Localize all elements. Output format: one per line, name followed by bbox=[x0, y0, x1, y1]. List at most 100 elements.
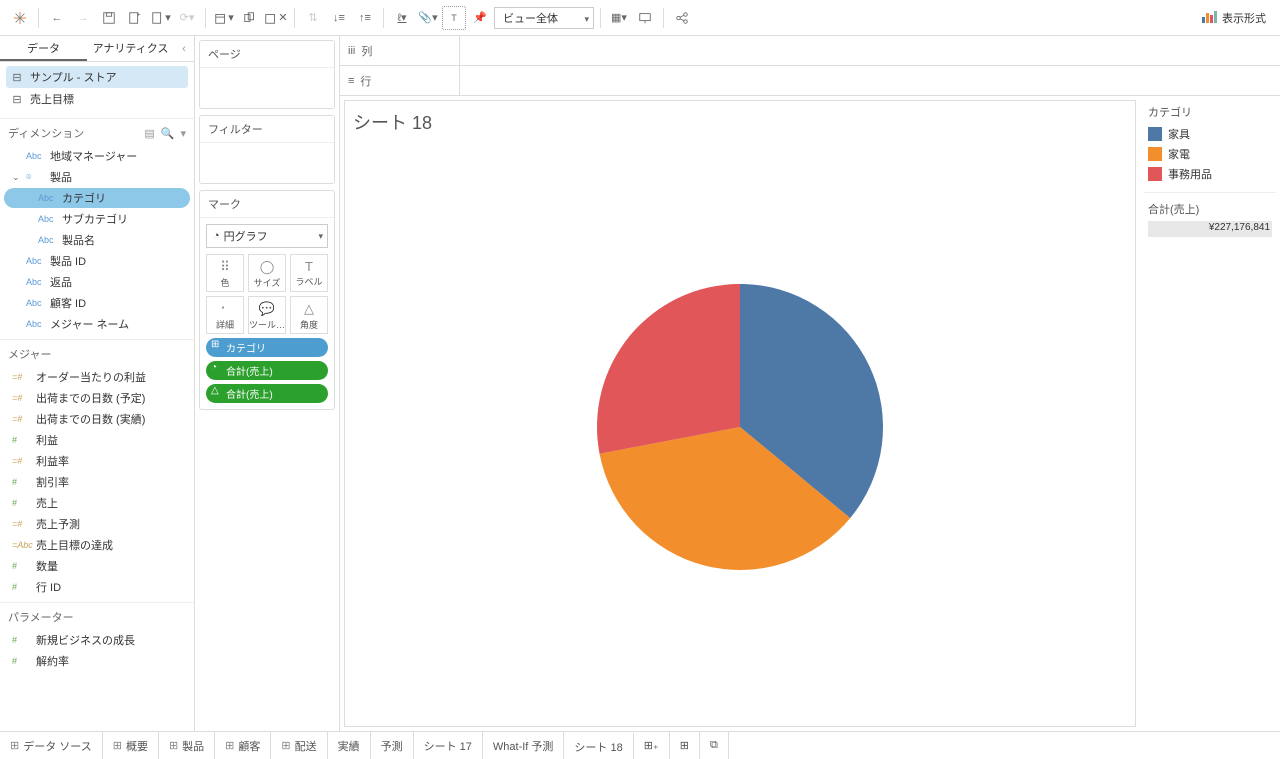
new-sheet-icon: ⊞₊ bbox=[644, 739, 659, 752]
sheet-tab[interactable]: ⊞概要 bbox=[103, 732, 159, 759]
forward-icon[interactable]: → bbox=[71, 6, 95, 30]
datasource-icon: ⊟ bbox=[10, 70, 24, 84]
field-item[interactable]: Abc返品 bbox=[4, 272, 190, 292]
sheet-tab[interactable]: What-If 予測 bbox=[483, 732, 565, 759]
save-icon[interactable] bbox=[97, 6, 121, 30]
field-item[interactable]: #利益 bbox=[4, 430, 190, 450]
field-item[interactable]: #数量 bbox=[4, 556, 190, 576]
text-icon[interactable]: T bbox=[442, 6, 466, 30]
rows-shelf[interactable]: ≡行 bbox=[340, 66, 1280, 96]
field-item[interactable]: Abc顧客 ID bbox=[4, 293, 190, 313]
datasource-icon: ⊟ bbox=[10, 92, 24, 106]
marks-detail[interactable]: ⠂詳細 bbox=[206, 296, 244, 334]
new-dashboard-tab[interactable]: ⊞ bbox=[670, 732, 700, 759]
share-icon[interactable] bbox=[670, 6, 694, 30]
field-item[interactable]: Abcカテゴリ bbox=[4, 188, 190, 208]
legend-item[interactable]: 家具 bbox=[1148, 124, 1272, 144]
tab-data[interactable]: データ bbox=[0, 36, 87, 61]
new-worksheet-tab[interactable]: ⊞₊ bbox=[634, 732, 670, 759]
new-story-tab[interactable]: ⧉ bbox=[700, 732, 729, 759]
field-item[interactable]: #行 ID bbox=[4, 577, 190, 597]
color-icon: ⠿ bbox=[207, 259, 243, 275]
refresh-icon[interactable]: ⟳▾ bbox=[175, 6, 199, 30]
sheet-tab[interactable]: ⊞製品 bbox=[159, 732, 215, 759]
tooltip-icon: 💬 bbox=[249, 301, 285, 317]
sheet-tab[interactable]: 実績 bbox=[328, 732, 371, 759]
fit-dropdown[interactable]: ビュー全体 bbox=[494, 7, 594, 29]
field-item[interactable]: =Abc売上目標の達成 bbox=[4, 535, 190, 555]
legend-item[interactable]: 事務用品 bbox=[1148, 164, 1272, 184]
parameters-header: パラメーター bbox=[8, 609, 74, 625]
field-item[interactable]: Abc地域マネージャー bbox=[4, 146, 190, 166]
worksheet-title[interactable]: シート 18 bbox=[353, 109, 1127, 135]
field-item[interactable]: #解約率 bbox=[4, 651, 190, 671]
field-item[interactable]: #新規ビジネスの成長 bbox=[4, 630, 190, 650]
group-icon[interactable]: 📎▾ bbox=[416, 6, 440, 30]
field-item[interactable]: #割引率 bbox=[4, 472, 190, 492]
size-legend-title: 合計(売上) bbox=[1148, 201, 1272, 217]
marks-size[interactable]: ◯サイズ bbox=[248, 254, 286, 292]
columns-shelf[interactable]: iii列 bbox=[340, 36, 1280, 66]
field-item[interactable]: Abcメジャー ネーム bbox=[4, 314, 190, 334]
new-worksheet-icon[interactable]: ▾ bbox=[212, 6, 236, 30]
marks-label[interactable]: Tラベル bbox=[290, 254, 328, 292]
menu-icon[interactable]: ▾ bbox=[180, 127, 186, 140]
field-item[interactable]: =#売上予測 bbox=[4, 514, 190, 534]
tab-analytics[interactable]: アナリティクス bbox=[87, 36, 174, 61]
search-icon[interactable]: 🔍 bbox=[161, 127, 175, 140]
marks-pill[interactable]: ⊞カテゴリ bbox=[206, 338, 328, 357]
duplicate-icon[interactable] bbox=[238, 6, 262, 30]
marks-angle[interactable]: △角度 bbox=[290, 296, 328, 334]
data-source-tab[interactable]: ⊞ データ ソース bbox=[0, 732, 103, 759]
sheet-tab[interactable]: シート 17 bbox=[414, 732, 483, 759]
marks-pill[interactable]: △合計(売上) bbox=[206, 384, 328, 403]
datasource-item[interactable]: ⊟サンプル - ストア bbox=[6, 66, 188, 88]
pin-icon[interactable]: 📌 bbox=[468, 6, 492, 30]
data-source-icon: ⊞ bbox=[10, 739, 19, 752]
field-item[interactable]: =#出荷までの日数 (予定) bbox=[4, 388, 190, 408]
tableau-logo-icon[interactable] bbox=[8, 6, 32, 30]
field-item[interactable]: =#利益率 bbox=[4, 451, 190, 471]
auto-update-icon[interactable]: ▾ bbox=[149, 6, 173, 30]
field-item[interactable]: Abc製品名 bbox=[4, 230, 190, 250]
field-type-icon: # bbox=[12, 635, 32, 645]
show-cards-icon[interactable]: ▦▾ bbox=[607, 6, 631, 30]
sheet-tab[interactable]: 予測 bbox=[371, 732, 414, 759]
mark-type-dropdown[interactable]: ◔ 円グラフ bbox=[206, 224, 328, 248]
clear-icon[interactable]: ✕ bbox=[264, 6, 288, 30]
field-type-icon: =Abc bbox=[12, 540, 32, 550]
sort-asc-icon[interactable]: ↓≡ bbox=[327, 6, 351, 30]
field-item[interactable]: Abcサブカテゴリ bbox=[4, 209, 190, 229]
rows-icon: ≡ bbox=[348, 75, 354, 87]
datasource-item[interactable]: ⊟売上目標 bbox=[6, 88, 188, 110]
field-item[interactable]: #売上 bbox=[4, 493, 190, 513]
pie-slice[interactable] bbox=[597, 283, 740, 453]
legend-item[interactable]: 家電 bbox=[1148, 144, 1272, 164]
pages-card[interactable]: ページ bbox=[199, 40, 335, 109]
new-data-source-icon[interactable]: + bbox=[123, 6, 147, 30]
sort-desc-icon[interactable]: ↑≡ bbox=[353, 6, 377, 30]
presentation-icon[interactable] bbox=[633, 6, 657, 30]
show-me-button[interactable]: 表示形式 bbox=[1196, 7, 1272, 28]
size-icon: ◯ bbox=[249, 259, 285, 275]
marks-pill[interactable]: ◔合計(売上) bbox=[206, 361, 328, 380]
field-item[interactable]: =#オーダー当たりの利益 bbox=[4, 367, 190, 387]
filters-card[interactable]: フィルター bbox=[199, 115, 335, 184]
collapse-pane-icon[interactable]: ‹ bbox=[174, 36, 194, 61]
pie-chart[interactable] bbox=[597, 283, 883, 572]
sheet-tab[interactable]: シート 18 bbox=[564, 732, 633, 759]
view-as-icon[interactable]: ▤ bbox=[144, 127, 154, 140]
field-item[interactable]: Abc製品 ID bbox=[4, 251, 190, 271]
back-icon[interactable]: ← bbox=[45, 6, 69, 30]
highlight-icon[interactable]: ℓ▾ bbox=[390, 6, 414, 30]
marks-color[interactable]: ⠿色 bbox=[206, 254, 244, 292]
field-item[interactable]: ⌄⌾製品 bbox=[4, 167, 190, 187]
new-dashboard-icon: ⊞ bbox=[680, 739, 689, 752]
marks-tooltip[interactable]: 💬ツール… bbox=[248, 296, 286, 334]
sheet-tab[interactable]: ⊞顧客 bbox=[215, 732, 271, 759]
swap-icon[interactable]: ⇅ bbox=[301, 6, 325, 30]
sheet-tab[interactable]: ⊞配送 bbox=[271, 732, 327, 759]
worksheet-view[interactable]: シート 18 bbox=[344, 100, 1136, 727]
field-item[interactable]: =#出荷までの日数 (実績) bbox=[4, 409, 190, 429]
expand-icon[interactable]: ⌄ bbox=[12, 172, 22, 183]
